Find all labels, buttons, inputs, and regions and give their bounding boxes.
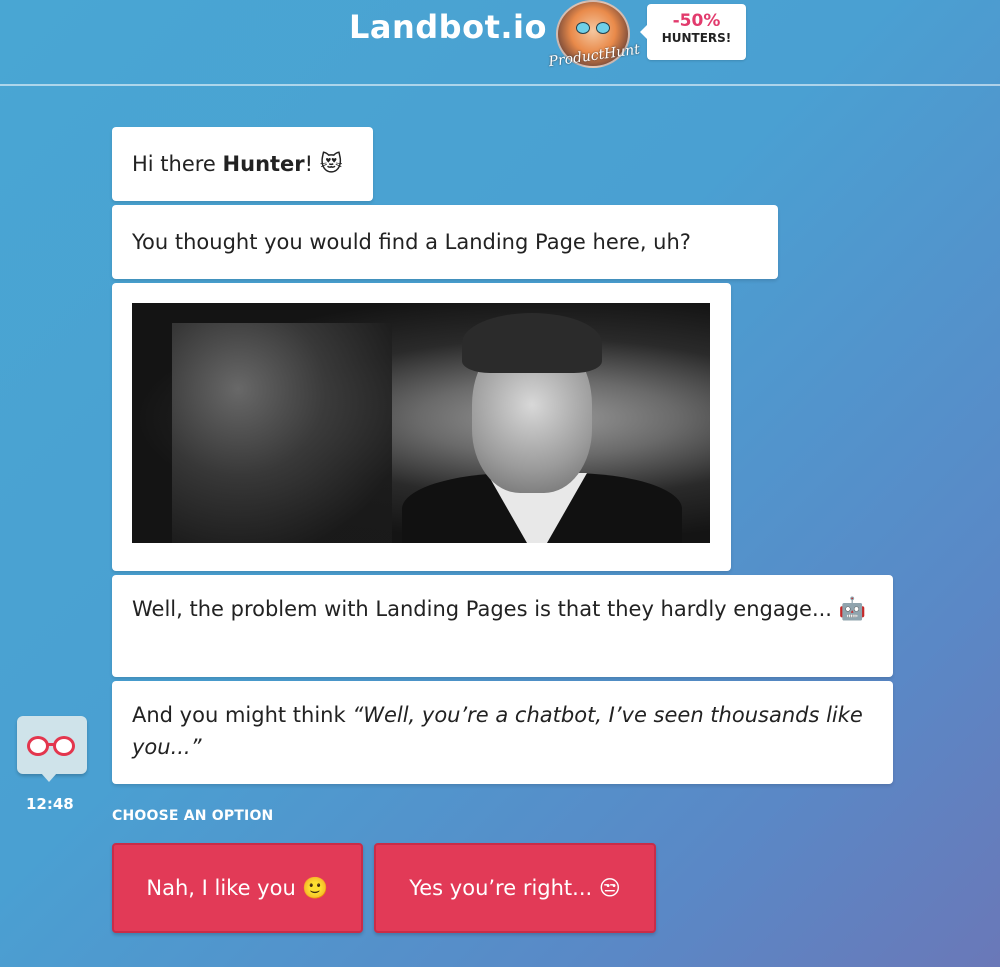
chat-bubble-problem: Well, the problem with Landing Pages is … <box>112 575 893 677</box>
reaction-gif-image <box>132 303 710 543</box>
cat-eye-right <box>596 22 610 34</box>
chat-bubble-greeting: Hi there Hunter! 😻 <box>112 127 373 201</box>
brand-title: Landbot.io <box>349 8 547 46</box>
heart-eyes-cat-emoji-icon: 😻 <box>319 152 343 177</box>
option-button-nah-i-like-you[interactable]: Nah, I like you 🙂 <box>112 843 363 933</box>
choose-option-label: CHOOSE AN OPTION <box>112 808 274 824</box>
robot-emoji-icon: 🤖 <box>838 597 867 622</box>
chat-bubble-chatbot-thought: And you might think “Well, you’re a chat… <box>112 681 893 784</box>
header-bar: Landbot.io ProductHunt -50% HUNTERS! <box>0 0 1000 86</box>
bot-avatar-glasses-icon <box>17 716 87 782</box>
chat-bubble-landing-question: You thought you would find a Landing Pag… <box>112 205 778 279</box>
message-timestamp: 12:48 <box>26 795 74 813</box>
cat-eye-left <box>576 22 590 34</box>
discount-percent: -50% <box>672 11 721 31</box>
discount-badge: -50% HUNTERS! <box>640 4 746 60</box>
chat-bubble-gif <box>112 283 731 571</box>
option-button-yes-youre-right[interactable]: Yes you’re right... 😒 <box>374 843 656 933</box>
discount-label: HUNTERS! <box>661 31 732 45</box>
